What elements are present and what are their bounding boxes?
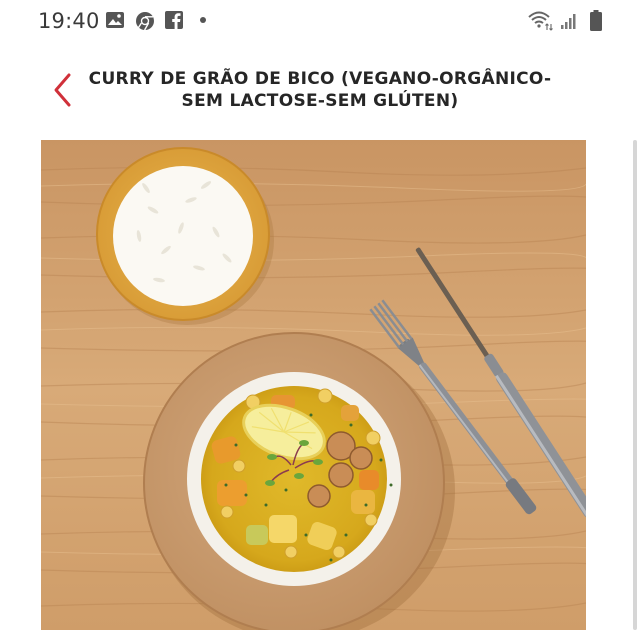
status-bar: 19:40 <box>0 0 640 42</box>
chrome-icon <box>136 12 154 31</box>
header: CURRY DE GRÃO DE BICO (VEGANO-ORGÂNICO- … <box>0 42 640 138</box>
back-button[interactable] <box>48 70 78 110</box>
notification-dot-icon <box>200 17 206 23</box>
title-line-2: SEM LACTOSE-SEM GLÚTEN) <box>181 91 459 111</box>
product-photo <box>41 140 586 630</box>
page-title: CURRY DE GRÃO DE BICO (VEGANO-ORGÂNICO- … <box>80 68 560 112</box>
title-line-1: CURRY DE GRÃO DE BICO (VEGANO-ORGÂNICO- <box>88 69 552 89</box>
product-image <box>41 140 586 630</box>
image-icon <box>106 12 124 28</box>
facebook-icon <box>165 11 183 29</box>
battery-icon <box>590 10 602 31</box>
wifi-icon <box>528 11 553 31</box>
chevron-left-icon <box>54 73 71 107</box>
status-time: 19:40 <box>38 9 100 33</box>
signal-icon <box>561 14 576 29</box>
scrollbar[interactable] <box>633 140 637 630</box>
